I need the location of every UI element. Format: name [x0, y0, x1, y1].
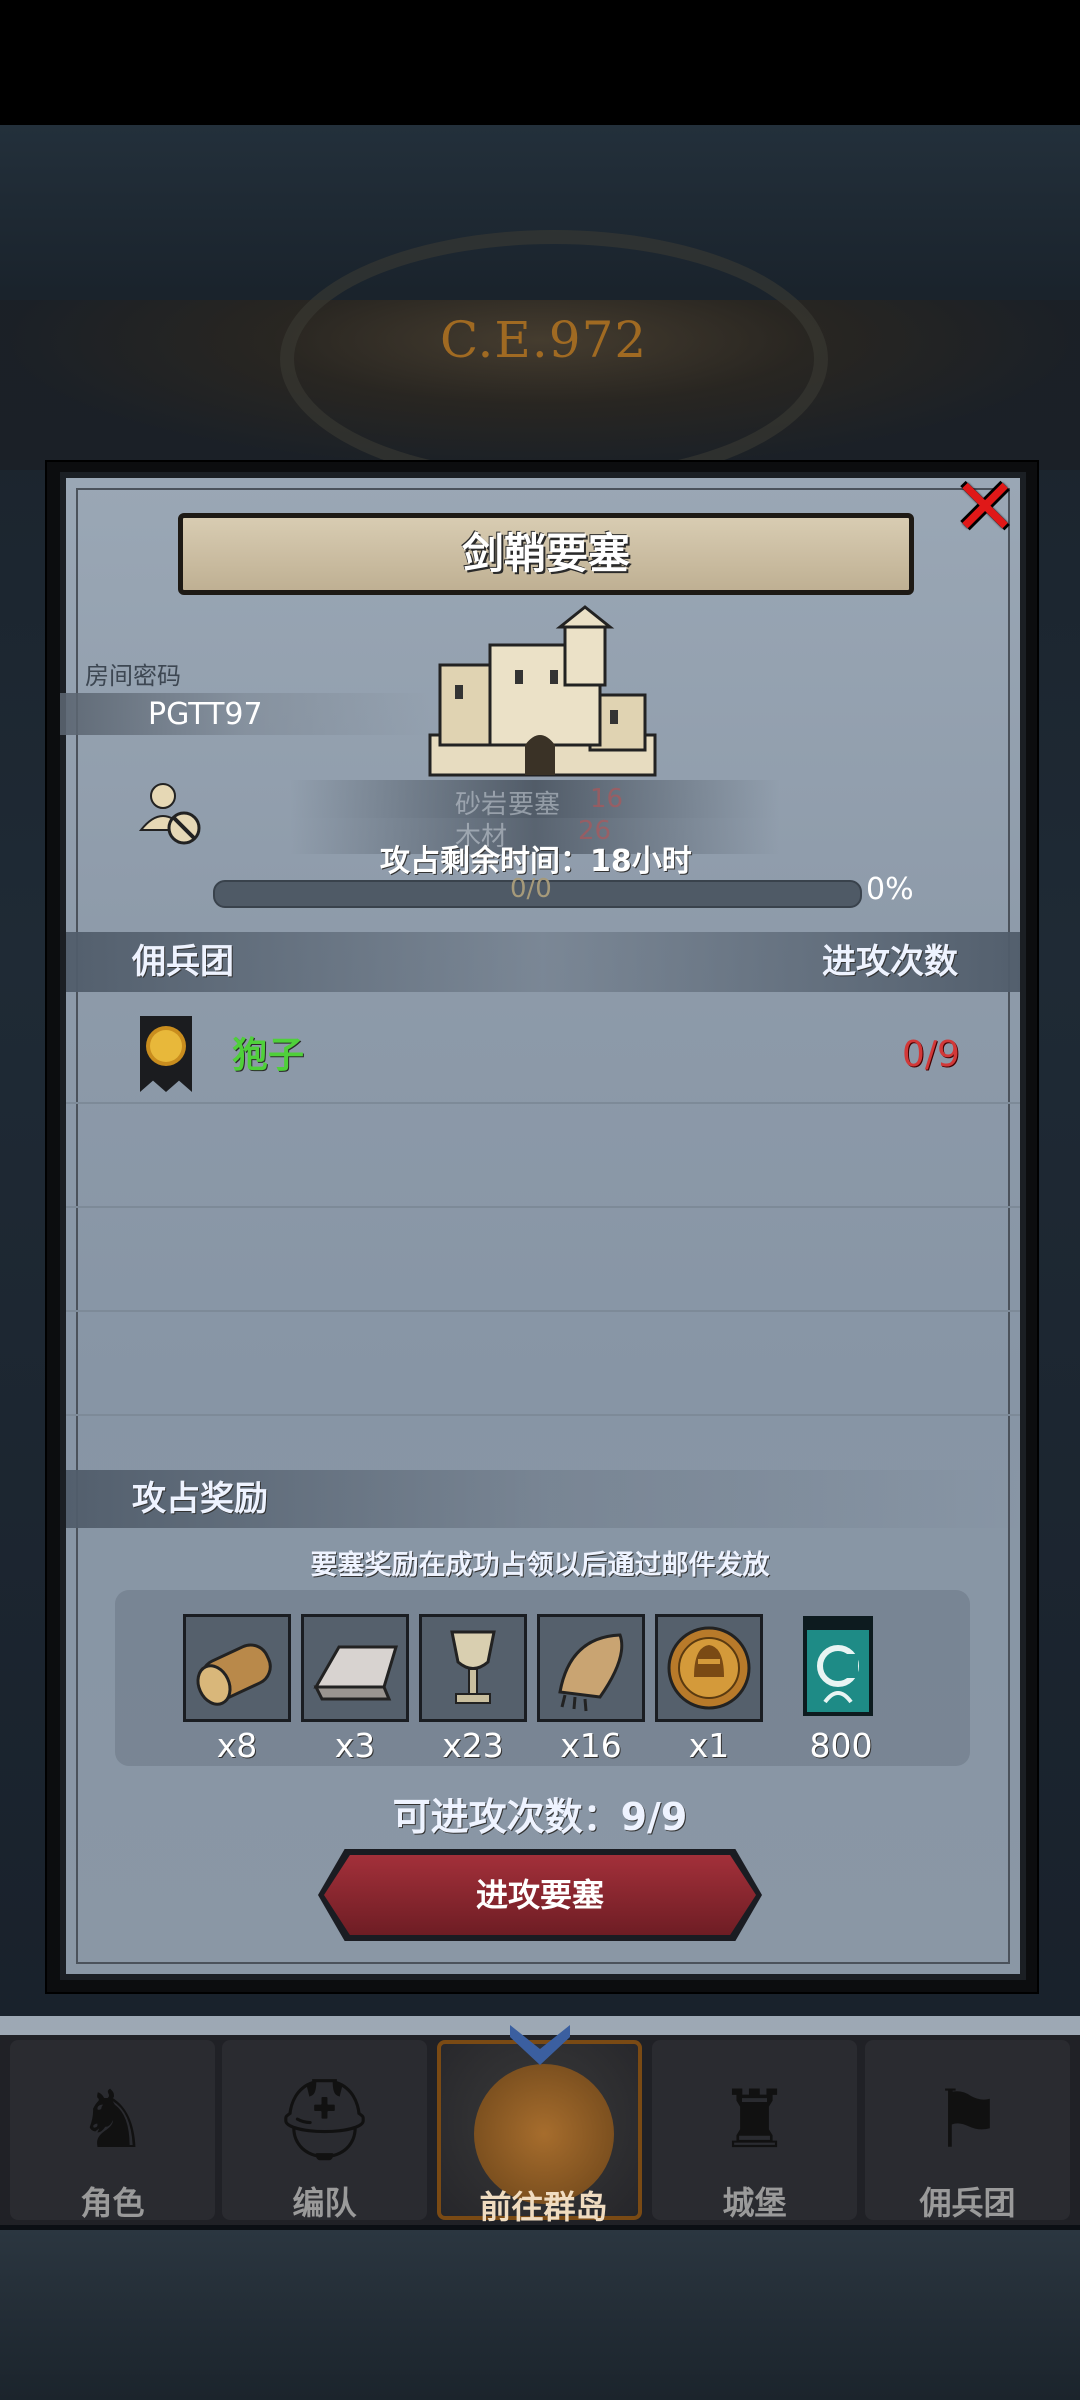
- bottom-area: [0, 2230, 1080, 2400]
- room-code[interactable]: PGTT97: [148, 694, 263, 736]
- reward-qty: x16: [560, 1726, 622, 1765]
- table-row: [66, 1102, 1020, 1208]
- castle-icon: [428, 605, 657, 777]
- reward-item-wood[interactable]: [183, 1614, 291, 1722]
- tab-mercenary[interactable]: ⚑ 佣兵团: [865, 2040, 1070, 2222]
- helmet-icon: ⛑: [273, 2073, 376, 2166]
- ghost-resource-1b: 要塞: [508, 790, 561, 820]
- reward-item-iron[interactable]: [301, 1614, 409, 1722]
- close-icon[interactable]: ✕: [952, 463, 1017, 553]
- reward-title: 攻占奖励: [132, 1479, 268, 1519]
- progress-text: 0/0: [510, 874, 552, 904]
- mercenary-icon: ⚑: [931, 2073, 1004, 2166]
- tab-formation[interactable]: ⛑ 编队: [222, 2040, 427, 2222]
- reward-qty: 800: [809, 1726, 873, 1765]
- mercenary-header: 佣兵团: [132, 942, 234, 982]
- fur-pelt-icon: [558, 1633, 624, 1712]
- tab-label: 角色: [80, 2184, 145, 2222]
- sun-emblem-icon: [150, 1030, 182, 1062]
- goblet-icon: [450, 1630, 496, 1704]
- table-row: [66, 1310, 1020, 1416]
- reward-item-fur[interactable]: [537, 1614, 645, 1722]
- reward-item-banner[interactable]: [787, 1614, 895, 1722]
- tab-islands[interactable]: 前往群岛: [437, 2040, 642, 2226]
- iron-ingot-icon: [313, 1645, 399, 1701]
- table-row: [66, 1206, 1020, 1312]
- reward-qty: x3: [334, 1726, 376, 1765]
- reward-note: 要塞奖励在成功占领以后通过邮件发放: [310, 1550, 770, 1581]
- castle-nav-icon: ♜: [718, 2073, 791, 2166]
- tab-castle[interactable]: ♜ 城堡: [652, 2040, 857, 2222]
- no-user-icon: [138, 783, 201, 845]
- modal-title: 剑鞘要塞: [461, 529, 630, 578]
- tab-label: 城堡: [722, 2184, 787, 2222]
- room-code-label: 房间密码: [85, 662, 181, 690]
- reward-qty: x8: [216, 1726, 258, 1765]
- reward-item-goblet[interactable]: [419, 1614, 527, 1722]
- attack-count: 可进攻次数：9/9: [392, 1795, 688, 1839]
- knight-icon: ♞: [76, 2073, 149, 2166]
- close-button[interactable]: ✕: [945, 468, 1025, 548]
- ghost-value-1: 16: [590, 784, 624, 814]
- reward-qty: x23: [442, 1726, 504, 1765]
- era-label: C.E.972: [440, 311, 648, 369]
- progress-percent: 0%: [866, 872, 914, 907]
- table-row[interactable]: [66, 998, 1020, 1104]
- attack-fortress-button[interactable]: [324, 1855, 756, 1935]
- banner-icon: [803, 1616, 873, 1716]
- tab-label: 编队: [292, 2184, 357, 2222]
- mercenary-name[interactable]: 狍子: [232, 1026, 304, 1078]
- attacks-header: 进攻次数: [822, 942, 958, 982]
- status-bar: [0, 0, 1080, 125]
- knight-medal-icon: [667, 1626, 751, 1710]
- mercenary-attack-count: 0/9: [902, 1034, 960, 1075]
- reward-qty: x1: [688, 1726, 730, 1765]
- tab-label: 佣兵团: [919, 2184, 1016, 2222]
- tab-character[interactable]: ♞ 角色: [10, 2040, 215, 2222]
- wood-log-icon: [196, 1643, 272, 1706]
- tab-label: 前往群岛: [479, 2188, 608, 2226]
- reward-item-medal[interactable]: [655, 1614, 763, 1722]
